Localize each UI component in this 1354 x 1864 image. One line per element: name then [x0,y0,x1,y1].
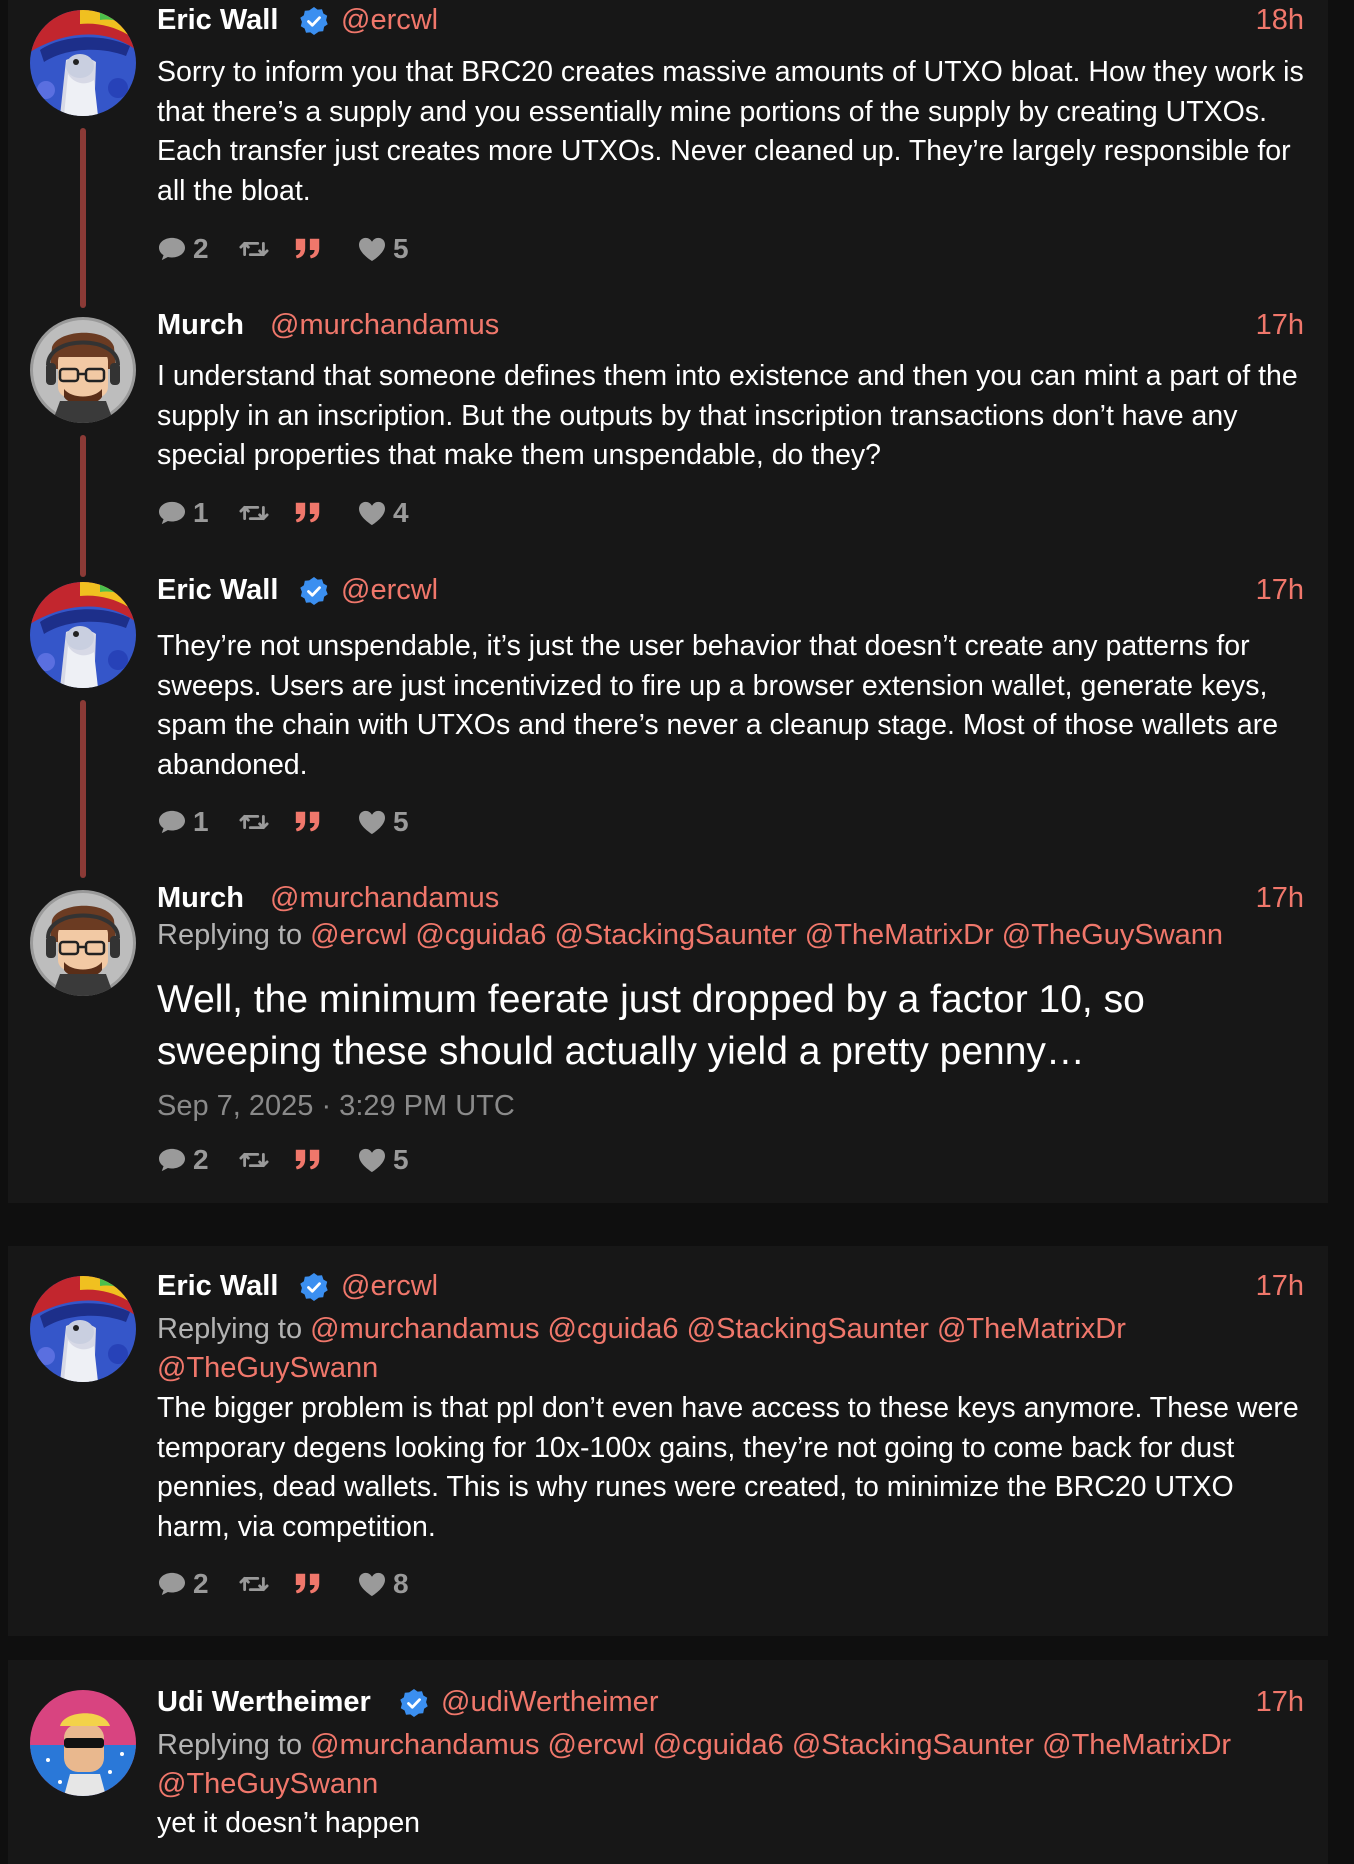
replying-to: Replying to @murchandamus @cguida6 @Stac… [157,1310,1307,1388]
mention-link[interactable]: @cguida6 [548,1313,679,1345]
mention-link[interactable]: @murchandamus [310,1313,539,1345]
avatar-eric-wall[interactable] [30,10,136,116]
tweet-text: Sorry to inform you that BRC20 creates m… [157,56,1304,207]
tweet-text: The bigger problem is that ppl don’t eve… [157,1392,1299,1543]
avatar-murch[interactable] [30,890,136,996]
avatar-murch[interactable] [30,317,136,423]
heart-icon [357,1571,387,1597]
mention-link[interactable]: @cguida6 [415,919,546,951]
mention-link[interactable]: @TheMatrixDr [1042,1729,1231,1761]
retweet-icon [239,236,269,262]
mention-link[interactable]: @murchandamus [310,1729,539,1761]
quote-icon [293,1147,323,1173]
heart-icon [357,1147,387,1173]
mention-link[interactable]: @TheMatrixDr [805,919,994,951]
tweet-text: I understand that someone defines them i… [157,360,1298,471]
heart-icon [357,500,387,526]
mention-link[interactable]: @StackingSaunter [687,1313,929,1345]
verified-badge-icon [399,1688,429,1718]
tweet-stats: 1 5 [157,805,557,839]
thread-line [80,435,86,577]
user-name[interactable]: Eric Wall [157,4,278,37]
tweet-4-main[interactable]: Murch @murchandamus 17h Replying to @erc… [8,878,1328,1198]
retweet-icon [239,1147,269,1173]
retweet-icon [239,500,269,526]
avatar-eric-wall[interactable] [30,582,136,688]
verified-badge-icon [299,6,329,36]
user-name[interactable]: Eric Wall [157,574,278,607]
quote-icon [293,236,323,262]
mention-link[interactable]: @cguida6 [653,1729,784,1761]
user-name[interactable]: Murch [157,882,244,915]
mention-link[interactable]: @TheGuySwann [1002,919,1223,951]
mention-link[interactable]: @TheGuySwann [157,1768,378,1800]
thread-line [80,700,86,878]
tweet-6[interactable]: Udi Wertheimer @udiWertheimer 17h Replyi… [8,1660,1328,1864]
tweet-stats: 1 4 [157,496,557,530]
user-name[interactable]: Eric Wall [157,1270,278,1303]
replying-label: Replying to [157,919,303,951]
tweet-stats: 2 8 [157,1567,557,1601]
tweet-time[interactable]: 18h [1256,4,1304,37]
quote-icon [293,1571,323,1597]
mention-link[interactable]: @TheGuySwann [157,1352,378,1384]
tweet-text: yet it doesn’t happen [157,1807,421,1839]
user-handle[interactable]: @murchandamus [270,309,499,342]
retweet-icon [239,1571,269,1597]
avatar-udi-wertheimer[interactable] [30,1690,136,1796]
reply-panel: Eric Wall @ercwl 17h Replying to @murcha… [8,1246,1328,1636]
tweet-3[interactable]: Eric Wall @ercwl 17h They’re not unspend… [8,570,1328,880]
verified-badge-icon [299,576,329,606]
mention-link[interactable]: @ercwl [548,1729,645,1761]
tweet-stats: 2 5 [157,232,557,266]
tweet-2[interactable]: Murch @murchandamus 17h I understand tha… [8,305,1328,577]
user-name[interactable]: Udi Wertheimer [157,1686,371,1719]
reply-icon [157,1571,187,1597]
reply-icon [157,236,187,262]
heart-icon [357,809,387,835]
reply-panel: Udi Wertheimer @udiWertheimer 17h Replyi… [8,1660,1328,1864]
user-handle[interactable]: @murchandamus [270,882,499,915]
tweet-text: Well, the minimum feerate just dropped b… [157,978,1145,1073]
user-handle[interactable]: @ercwl [341,4,438,37]
tweet-time[interactable]: 17h [1256,1686,1304,1719]
tweet-5[interactable]: Eric Wall @ercwl 17h Replying to @murcha… [8,1246,1328,1636]
reply-icon [157,500,187,526]
user-handle[interactable]: @udiWertheimer [441,1686,658,1719]
mention-link[interactable]: @TheMatrixDr [937,1313,1126,1345]
heart-icon [357,236,387,262]
tweet-time[interactable]: 17h [1256,574,1304,607]
thread-panel: Eric Wall @ercwl 18h Sorry to inform you… [8,0,1328,1203]
user-handle[interactable]: @ercwl [341,574,438,607]
user-name[interactable]: Murch [157,309,244,342]
mention-link[interactable]: @ercwl [310,919,407,951]
replying-to: Replying to @murchandamus @ercwl @cguida… [157,1726,1307,1804]
tweet-date[interactable]: Sep 7, 2025 · 3:29 PM UTC [157,1090,515,1123]
tweet-stats: 2 5 [157,1143,557,1177]
replying-label: Replying to [157,1313,303,1345]
avatar-eric-wall[interactable] [30,1276,136,1382]
verified-badge-icon [299,1272,329,1302]
tweet-time[interactable]: 17h [1256,309,1304,342]
tweet-text: They’re not unspendable, it’s just the u… [157,630,1279,781]
quote-icon [293,500,323,526]
reply-icon [157,1147,187,1173]
tweet-1[interactable]: Eric Wall @ercwl 18h Sorry to inform you… [8,0,1328,308]
tweet-time[interactable]: 17h [1256,882,1304,915]
quote-icon [293,809,323,835]
reply-icon [157,809,187,835]
replying-label: Replying to [157,1729,303,1761]
mention-link[interactable]: @StackingSaunter [792,1729,1034,1761]
retweet-icon [239,809,269,835]
tweet-time[interactable]: 17h [1256,1270,1304,1303]
replying-to: Replying to @ercwl @cguida6 @StackingSau… [157,916,1307,955]
thread-line [80,128,86,308]
mention-link[interactable]: @StackingSaunter [554,919,796,951]
user-handle[interactable]: @ercwl [341,1270,438,1303]
